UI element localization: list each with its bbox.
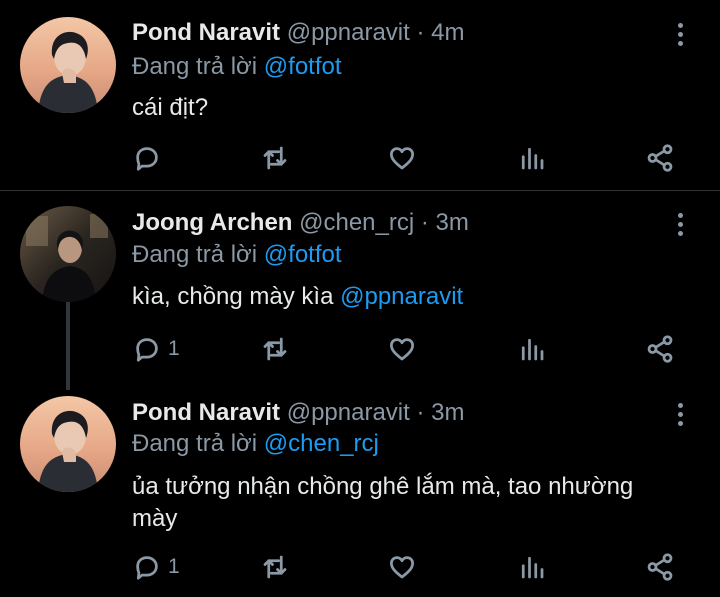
- tweet-actions: 1: [132, 551, 692, 583]
- views-button[interactable]: [517, 333, 547, 365]
- tweet-actions: 1: [132, 333, 692, 365]
- separator-dot: ·: [416, 19, 425, 46]
- reply-icon: [136, 338, 158, 362]
- tweet-text-content: kìa, chồng mày kìa: [132, 283, 341, 310]
- heart-icon: [390, 147, 414, 170]
- retweet-button[interactable]: [260, 142, 290, 174]
- tweet-text: cái địt?: [132, 92, 692, 124]
- views-button[interactable]: [517, 142, 547, 174]
- avatar[interactable]: [20, 206, 116, 302]
- replying-to-mention[interactable]: @chen_rcj: [264, 430, 379, 457]
- replying-to-label: Đang trả lời: [132, 53, 258, 80]
- retweet-button[interactable]: [260, 333, 290, 365]
- share-icon: [647, 144, 673, 172]
- avatar[interactable]: [20, 396, 116, 492]
- retweet-icon: [263, 146, 287, 170]
- views-icon: [521, 338, 544, 361]
- share-button[interactable]: [645, 333, 675, 365]
- display-name[interactable]: Joong Archen: [132, 209, 292, 236]
- reply-icon: [136, 556, 158, 580]
- more-vertical-icon[interactable]: [672, 210, 688, 240]
- reply-button[interactable]: 1: [132, 333, 180, 365]
- handle[interactable]: @ppnaravit: [287, 19, 410, 46]
- reply-count: 1: [168, 337, 180, 360]
- display-name[interactable]: Pond Naravit: [132, 19, 280, 46]
- heart-icon: [390, 556, 414, 579]
- display-name[interactable]: Pond Naravit: [132, 399, 280, 426]
- tweet-header: Pond Naravit @ppnaravit · 4m: [132, 18, 464, 48]
- timestamp[interactable]: 3m: [431, 399, 464, 426]
- replying-to: Đang trả lời @fotfot: [132, 240, 342, 270]
- reply-button[interactable]: 1: [132, 551, 180, 583]
- tweet-header: Joong Archen @chen_rcj · 3m: [132, 208, 469, 238]
- like-button[interactable]: [387, 333, 417, 365]
- replying-to-mention[interactable]: @fotfot: [264, 241, 342, 268]
- timestamp[interactable]: 4m: [431, 19, 464, 46]
- replying-to-label: Đang trả lời: [132, 241, 258, 268]
- views-icon: [521, 147, 544, 170]
- tweet-text: ủa tưởng nhận chồng ghê lắm mà, tao nhườ…: [132, 471, 677, 535]
- replying-to-mention[interactable]: @fotfot: [264, 53, 342, 80]
- reply-count: 1: [168, 555, 180, 578]
- tweet-text-content: ủa tưởng nhận chồng ghê lắm mà, tao nhườ…: [132, 473, 634, 532]
- tweet-text-mention[interactable]: @ppnaravit: [340, 283, 463, 310]
- share-button[interactable]: [645, 551, 675, 583]
- tweet-header: Pond Naravit @ppnaravit · 3m: [132, 398, 464, 428]
- timestamp[interactable]: 3m: [436, 209, 469, 236]
- heart-icon: [390, 338, 414, 361]
- tweet[interactable]: Pond Naravit @ppnaravit · 3m Đang trả lờ…: [0, 388, 720, 597]
- retweet-icon: [263, 337, 287, 361]
- more-vertical-icon[interactable]: [672, 20, 688, 50]
- tweet-text: kìa, chồng mày kìa @ppnaravit: [132, 281, 692, 313]
- tweet-text-content: cái địt?: [132, 94, 209, 121]
- replying-to: Đang trả lời @fotfot: [132, 52, 342, 82]
- replying-to-label: Đang trả lời: [132, 430, 258, 457]
- share-icon: [647, 335, 673, 363]
- share-button[interactable]: [645, 142, 675, 174]
- views-button[interactable]: [517, 551, 547, 583]
- avatar[interactable]: [20, 17, 116, 113]
- views-icon: [521, 556, 544, 579]
- share-icon: [647, 553, 673, 581]
- more-vertical-icon[interactable]: [672, 400, 688, 430]
- handle[interactable]: @chen_rcj: [299, 209, 414, 236]
- tweet[interactable]: Pond Naravit @ppnaravit · 4m Đang trả lờ…: [0, 0, 720, 190]
- like-button[interactable]: [387, 551, 417, 583]
- tweet[interactable]: Joong Archen @chen_rcj · 3m Đang trả lời…: [0, 191, 720, 388]
- like-button[interactable]: [387, 142, 417, 174]
- separator-dot: ·: [416, 399, 425, 426]
- replying-to: Đang trả lời @chen_rcj: [132, 429, 379, 459]
- retweet-icon: [263, 555, 287, 579]
- retweet-button[interactable]: [260, 551, 290, 583]
- reply-icon: [136, 147, 158, 171]
- separator-dot: ·: [420, 209, 429, 236]
- reply-button[interactable]: [132, 142, 168, 174]
- handle[interactable]: @ppnaravit: [287, 399, 410, 426]
- tweet-actions: [132, 142, 692, 174]
